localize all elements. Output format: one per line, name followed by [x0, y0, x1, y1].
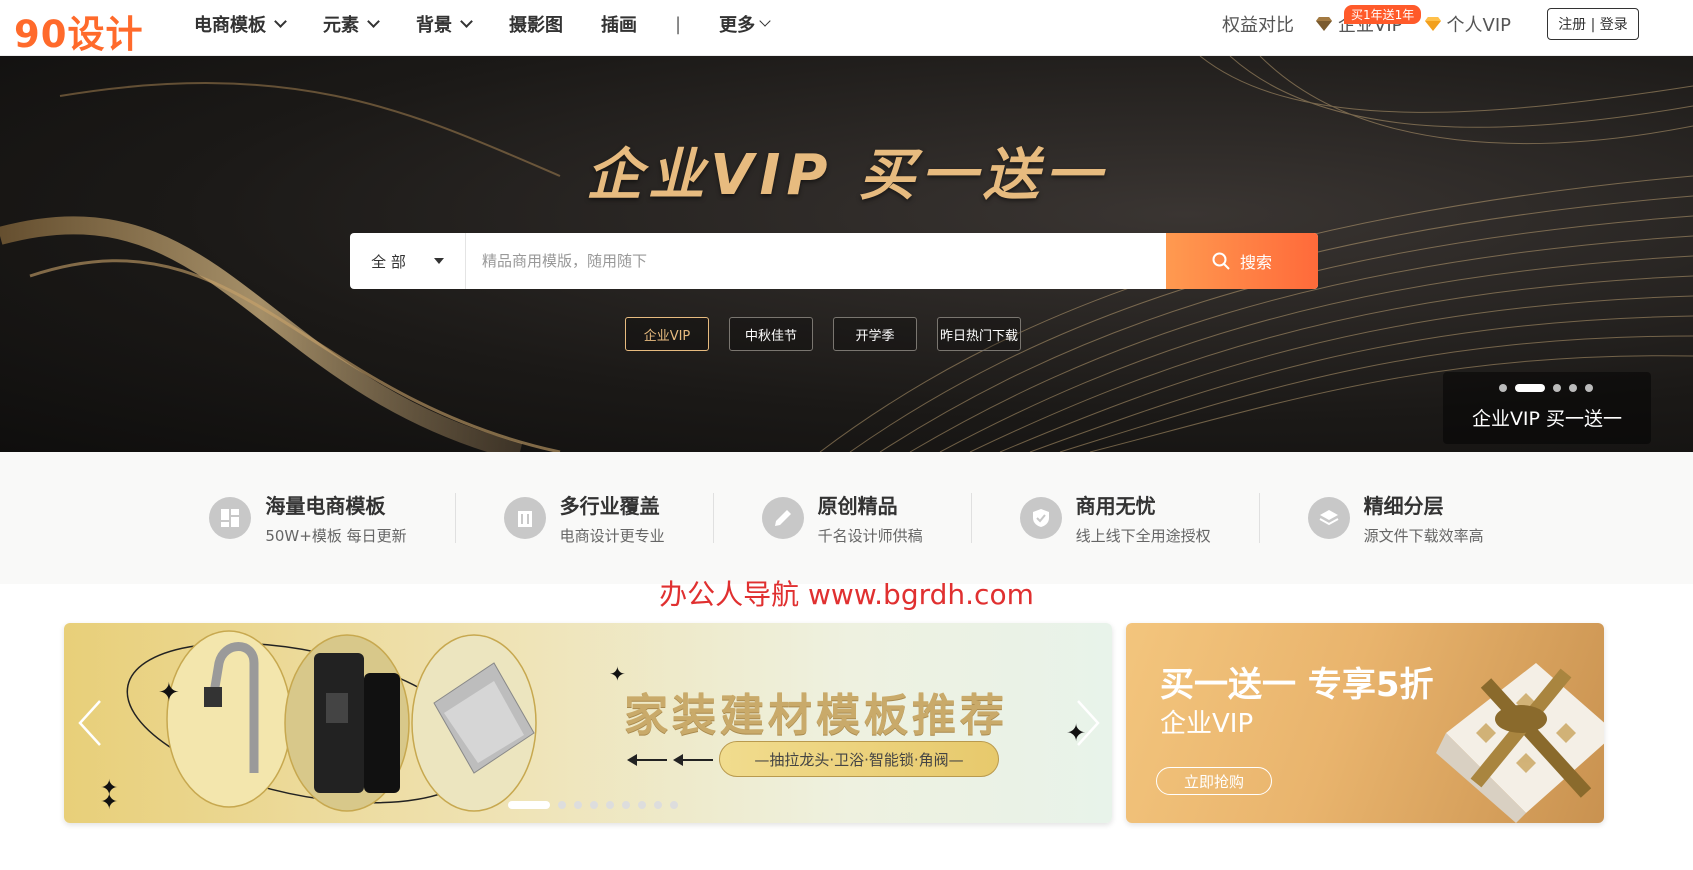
nav-label: 摄影图 [509, 15, 563, 36]
search-button[interactable]: 搜索 [1166, 233, 1318, 289]
hot-tags: 企业VIP 中秋佳节 开学季 昨日热门下载 [625, 317, 1041, 351]
pen-icon [761, 497, 804, 539]
nav-label: 元素 [323, 15, 359, 36]
diamond-icon [1316, 17, 1333, 31]
carousel-dot[interactable] [558, 801, 566, 809]
shield-icon [1019, 497, 1062, 539]
nav-item-backgrounds[interactable]: 背景 [416, 11, 473, 37]
building-icon [503, 497, 546, 539]
feature-title: 商用无忧 [1075, 494, 1156, 518]
gift-box-illustration [1436, 663, 1604, 823]
search-category-label: 全 部 [371, 252, 406, 271]
carousel-dot[interactable] [1585, 384, 1593, 392]
hero-title: 企业VIP 买一送一 [586, 143, 1107, 208]
next-arrow-icon[interactable] [1074, 699, 1102, 747]
slide-caption: 企业VIP 买一送一 [1443, 372, 1651, 444]
personal-vip-link[interactable]: 个人VIP [1424, 11, 1511, 37]
tag-hot-downloads[interactable]: 昨日热门下载 [937, 317, 1021, 351]
search-category-select[interactable]: 全 部 [350, 233, 466, 289]
carousel-dot[interactable] [590, 801, 598, 809]
vip-promo-banner[interactable]: 买一送一 专享5折 企业VIP 立即抢购 [1126, 623, 1604, 823]
nav-label: 电商模板 [194, 15, 266, 36]
nav-label: 背景 [416, 15, 452, 36]
nav-label: 插画 [601, 15, 637, 36]
search-bar: 全 部 搜索 [350, 233, 1318, 289]
feature-subtitle: 线上线下全用途授权 [1075, 527, 1211, 545]
promo-subtitle: 企业VIP [1160, 709, 1254, 739]
tag-mid-autumn[interactable]: 中秋佳节 [729, 317, 813, 351]
feature-item: 海量电商模板 50W+模板 每日更新 [161, 493, 456, 545]
login-button[interactable]: 注册 | 登录 [1547, 8, 1639, 40]
caret-down-icon [433, 258, 444, 264]
building-materials-banner[interactable]: ✦ ✦ ✦ ✦ 家装建材模板推荐 —抽拉龙头·卫浴·智能锁·角阀— ✦ [64, 623, 1112, 823]
tag-back-to-school[interactable]: 开学季 [833, 317, 917, 351]
chevron-down-icon [367, 14, 380, 28]
nav-item-photography[interactable]: 摄影图 [509, 11, 563, 37]
search-input[interactable] [466, 233, 1166, 289]
search-button-label: 搜索 [1239, 253, 1272, 272]
nav-item-templates[interactable]: 电商模板 [194, 11, 287, 37]
tag-enterprise-vip[interactable]: 企业VIP [625, 317, 709, 351]
feature-subtitle: 电商设计更专业 [559, 527, 665, 545]
compare-link[interactable]: 权益对比 [1222, 11, 1294, 37]
carousel-dot[interactable] [1499, 384, 1507, 392]
main-nav: 电商模板 元素 背景 摄影图 插画 | 更多 [194, 0, 807, 48]
buy-now-button[interactable]: 立即抢购 [1156, 767, 1272, 795]
promo-title: 买一送一 专享5折 [1160, 665, 1434, 705]
feature-strip: 海量电商模板 50W+模板 每日更新 多行业覆盖电商设计更专业 原创精品千名设计师… [0, 452, 1693, 584]
personal-vip-label: 个人VIP [1446, 15, 1511, 36]
carousel-dot-active[interactable] [508, 801, 550, 809]
carousel-dot-active[interactable] [1515, 384, 1545, 392]
layers-icon [1307, 497, 1350, 539]
chevron-down-icon [274, 14, 287, 28]
carousel-dot[interactable] [654, 801, 662, 809]
prev-arrow-icon[interactable] [76, 699, 104, 747]
feature-item: 精细分层源文件下载效率高 [1260, 493, 1532, 545]
nav-separator: | [675, 13, 682, 35]
feature-subtitle: 源文件下载效率高 [1363, 527, 1484, 545]
hero-banner[interactable]: 企业VIP 买一送一 全 部 搜索 企业VIP 中秋佳节 开学季 昨日热门下载 … [0, 56, 1693, 452]
carousel-dot[interactable] [670, 801, 678, 809]
enterprise-vip-link[interactable]: 买1年送1年 企业VIP [1316, 5, 1422, 37]
banner-title: 家装建材模板推荐 [624, 690, 1008, 741]
feature-item: 原创精品千名设计师供稿 [714, 493, 972, 545]
carousel-dot[interactable] [1553, 384, 1561, 392]
feature-subtitle: 千名设计师供稿 [817, 527, 923, 545]
chevron-down-icon [759, 15, 771, 27]
feature-title: 原创精品 [817, 494, 898, 518]
arrows-decoration [627, 754, 713, 766]
carousel-dot[interactable] [638, 801, 646, 809]
feature-title: 多行业覆盖 [559, 494, 660, 518]
feature-item: 商用无忧线上线下全用途授权 [972, 493, 1260, 545]
search-icon [1212, 252, 1230, 270]
layout-icon [209, 497, 252, 539]
nav-item-more[interactable]: 更多 [719, 11, 771, 37]
carousel-dot[interactable] [622, 801, 630, 809]
carousel-dot[interactable] [574, 801, 582, 809]
feature-subtitle: 50W+模板 每日更新 [265, 527, 407, 545]
banner-carousel-dots [508, 801, 686, 809]
svg-text:✦: ✦ [158, 678, 180, 708]
slide-caption-text: 企业VIP 买一送一 [1471, 408, 1623, 430]
diamond-icon [1424, 17, 1441, 31]
feature-title: 海量电商模板 [265, 494, 386, 518]
chevron-down-icon [460, 14, 473, 28]
header-right: 权益对比 买1年送1年 企业VIP 个人VIP 注册 | 登录 [1222, 0, 1693, 48]
nav-label: 更多 [719, 15, 756, 36]
carousel-dot[interactable] [606, 801, 614, 809]
top-header: 90设计 电商模板 元素 背景 摄影图 插画 | 更多 权益对比 买1年送1年 … [0, 0, 1693, 56]
promo-badge: 买1年送1年 [1344, 5, 1422, 24]
watermark-text: 办公人导航 www.bgrdh.com [659, 578, 1034, 611]
nav-item-elements[interactable]: 元素 [323, 11, 380, 37]
banner-subtitle: —抽拉龙头·卫浴·智能锁·角阀— [719, 741, 999, 777]
carousel-dot[interactable] [1569, 384, 1577, 392]
svg-text:✦: ✦ [100, 790, 118, 815]
site-logo[interactable]: 90设计 [14, 4, 144, 58]
feature-title: 精细分层 [1363, 494, 1444, 518]
nav-item-illustration[interactable]: 插画 [601, 11, 637, 37]
carousel-dots [1499, 384, 1601, 392]
product-illustration: ✦ ✦ ✦ ✦ [100, 630, 626, 815]
feature-item: 多行业覆盖电商设计更专业 [456, 493, 714, 545]
